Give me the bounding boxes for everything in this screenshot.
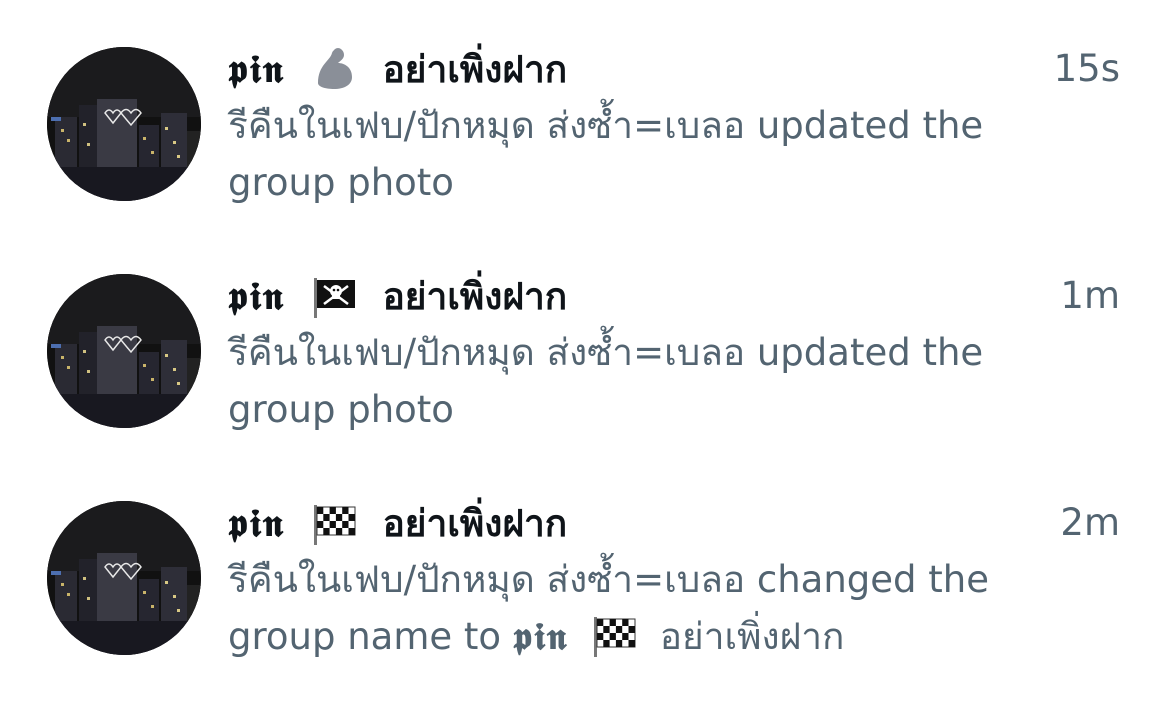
group-name: 𝖕𝖎𝖓 อย่าเพิ่งฝาก <box>228 40 567 98</box>
avatar[interactable] <box>47 47 201 201</box>
group-name: 𝖕𝖎𝖓 อย่าเพิ่งฝาก <box>228 267 567 325</box>
name-suffix: อย่าเพิ่งฝาก <box>382 275 568 318</box>
notification-item[interactable]: 𝖕𝖎𝖓 อย่าเพิ่งฝาก 2m รีคืนในเฟบ/ปักหมุด ส… <box>0 454 1170 681</box>
timestamp: 1m <box>1060 274 1120 317</box>
avatar[interactable] <box>47 274 201 428</box>
name-suffix: อย่าเพิ่งฝาก <box>382 48 568 91</box>
notification-list: 𝖕𝖎𝖓 อย่าเพิ่งฝาก 15s รีคืนในเฟบ/ปักหมุด … <box>0 0 1170 702</box>
notification-line-2: group name to 𝖕𝖎𝖓 อย่าเพิ่งฝาก <box>228 608 1118 665</box>
notification-text: รีคืนในเฟบ/ปักหมุด ส่งซ้ำ=เบลอ updated t… <box>228 97 1118 211</box>
timestamp: 2m <box>1060 501 1120 544</box>
notification-item[interactable]: 𝖕𝖎𝖓 อย่าเพิ่งฝาก 15s รีคืนในเฟบ/ปักหมุด … <box>0 0 1170 227</box>
timestamp: 15s <box>1053 47 1120 90</box>
line-2-suffix: อย่าเพิ่งฝาก <box>659 615 845 658</box>
name-prefix: 𝖕𝖎𝖓 <box>228 500 285 545</box>
notification-line-1: รีคืนในเฟบ/ปักหมุด ส่งซ้ำ=เบลอ updated t… <box>228 331 984 374</box>
notification-line-1: รีคืนในเฟบ/ปักหมุด ส่งซ้ำ=เบลอ updated t… <box>228 104 984 147</box>
notification-line-2: group photo <box>228 161 454 204</box>
notification-text: รีคืนในเฟบ/ปักหมุด ส่งซ้ำ=เบลอ changed t… <box>228 551 1118 665</box>
line-2-prefix: group name to <box>228 615 502 658</box>
notification-text: รีคืนในเฟบ/ปักหมุด ส่งซ้ำ=เบลอ updated t… <box>228 324 1118 438</box>
flexed-biceps-icon <box>308 43 360 95</box>
checkered-flag-icon <box>588 609 640 661</box>
name-prefix: 𝖕𝖎𝖓 <box>228 46 285 91</box>
name-suffix: อย่าเพิ่งฝาก <box>382 502 568 545</box>
notification-line-2: group photo <box>228 388 454 431</box>
notification-line-1: รีคืนในเฟบ/ปักหมุด ส่งซ้ำ=เบลอ changed t… <box>228 558 989 601</box>
city-night-photo <box>47 501 201 655</box>
city-night-photo <box>47 47 201 201</box>
name-prefix: 𝖕𝖎𝖓 <box>228 273 285 318</box>
city-night-photo <box>47 274 201 428</box>
group-name: 𝖕𝖎𝖓 อย่าเพิ่งฝาก <box>228 494 567 552</box>
notification-item[interactable]: 𝖕𝖎𝖓 อย่าเพิ่งฝาก 1m รีคืนในเฟบ/ปักหมุด ส… <box>0 227 1170 454</box>
line-2-pin: 𝖕𝖎𝖓 <box>512 614 569 658</box>
pirate-flag-icon <box>308 270 360 322</box>
avatar[interactable] <box>47 501 201 655</box>
checkered-flag-icon <box>308 497 360 549</box>
